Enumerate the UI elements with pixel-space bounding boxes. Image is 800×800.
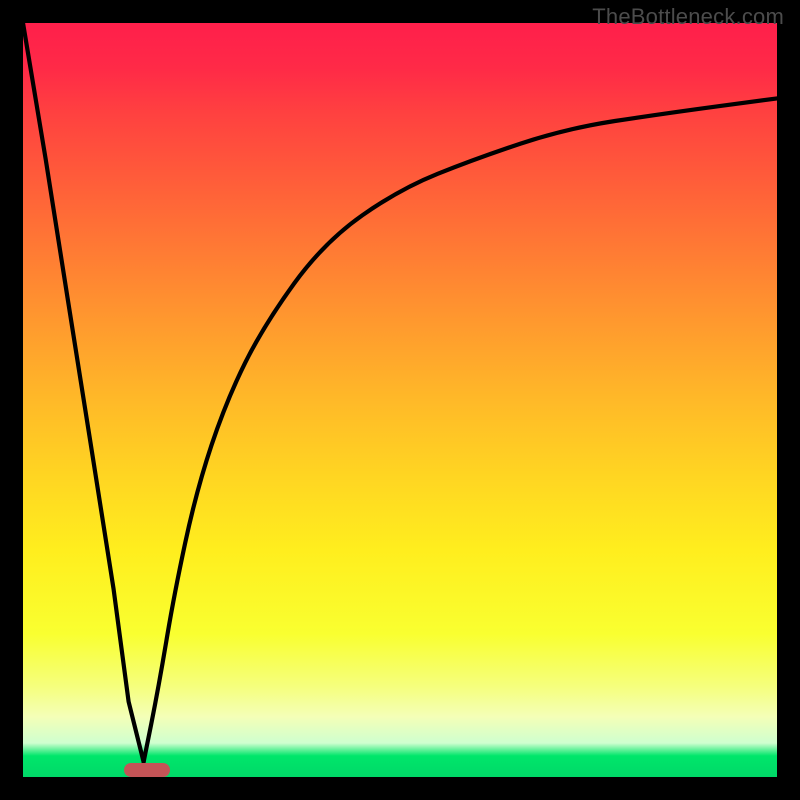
right-branch-path xyxy=(144,98,777,762)
optimum-marker xyxy=(124,763,170,777)
plot-area xyxy=(23,23,777,777)
watermark-text: TheBottleneck.com xyxy=(592,4,784,30)
left-branch-path xyxy=(23,23,144,762)
chart-frame: TheBottleneck.com xyxy=(0,0,800,800)
curve-overlay xyxy=(23,23,777,777)
